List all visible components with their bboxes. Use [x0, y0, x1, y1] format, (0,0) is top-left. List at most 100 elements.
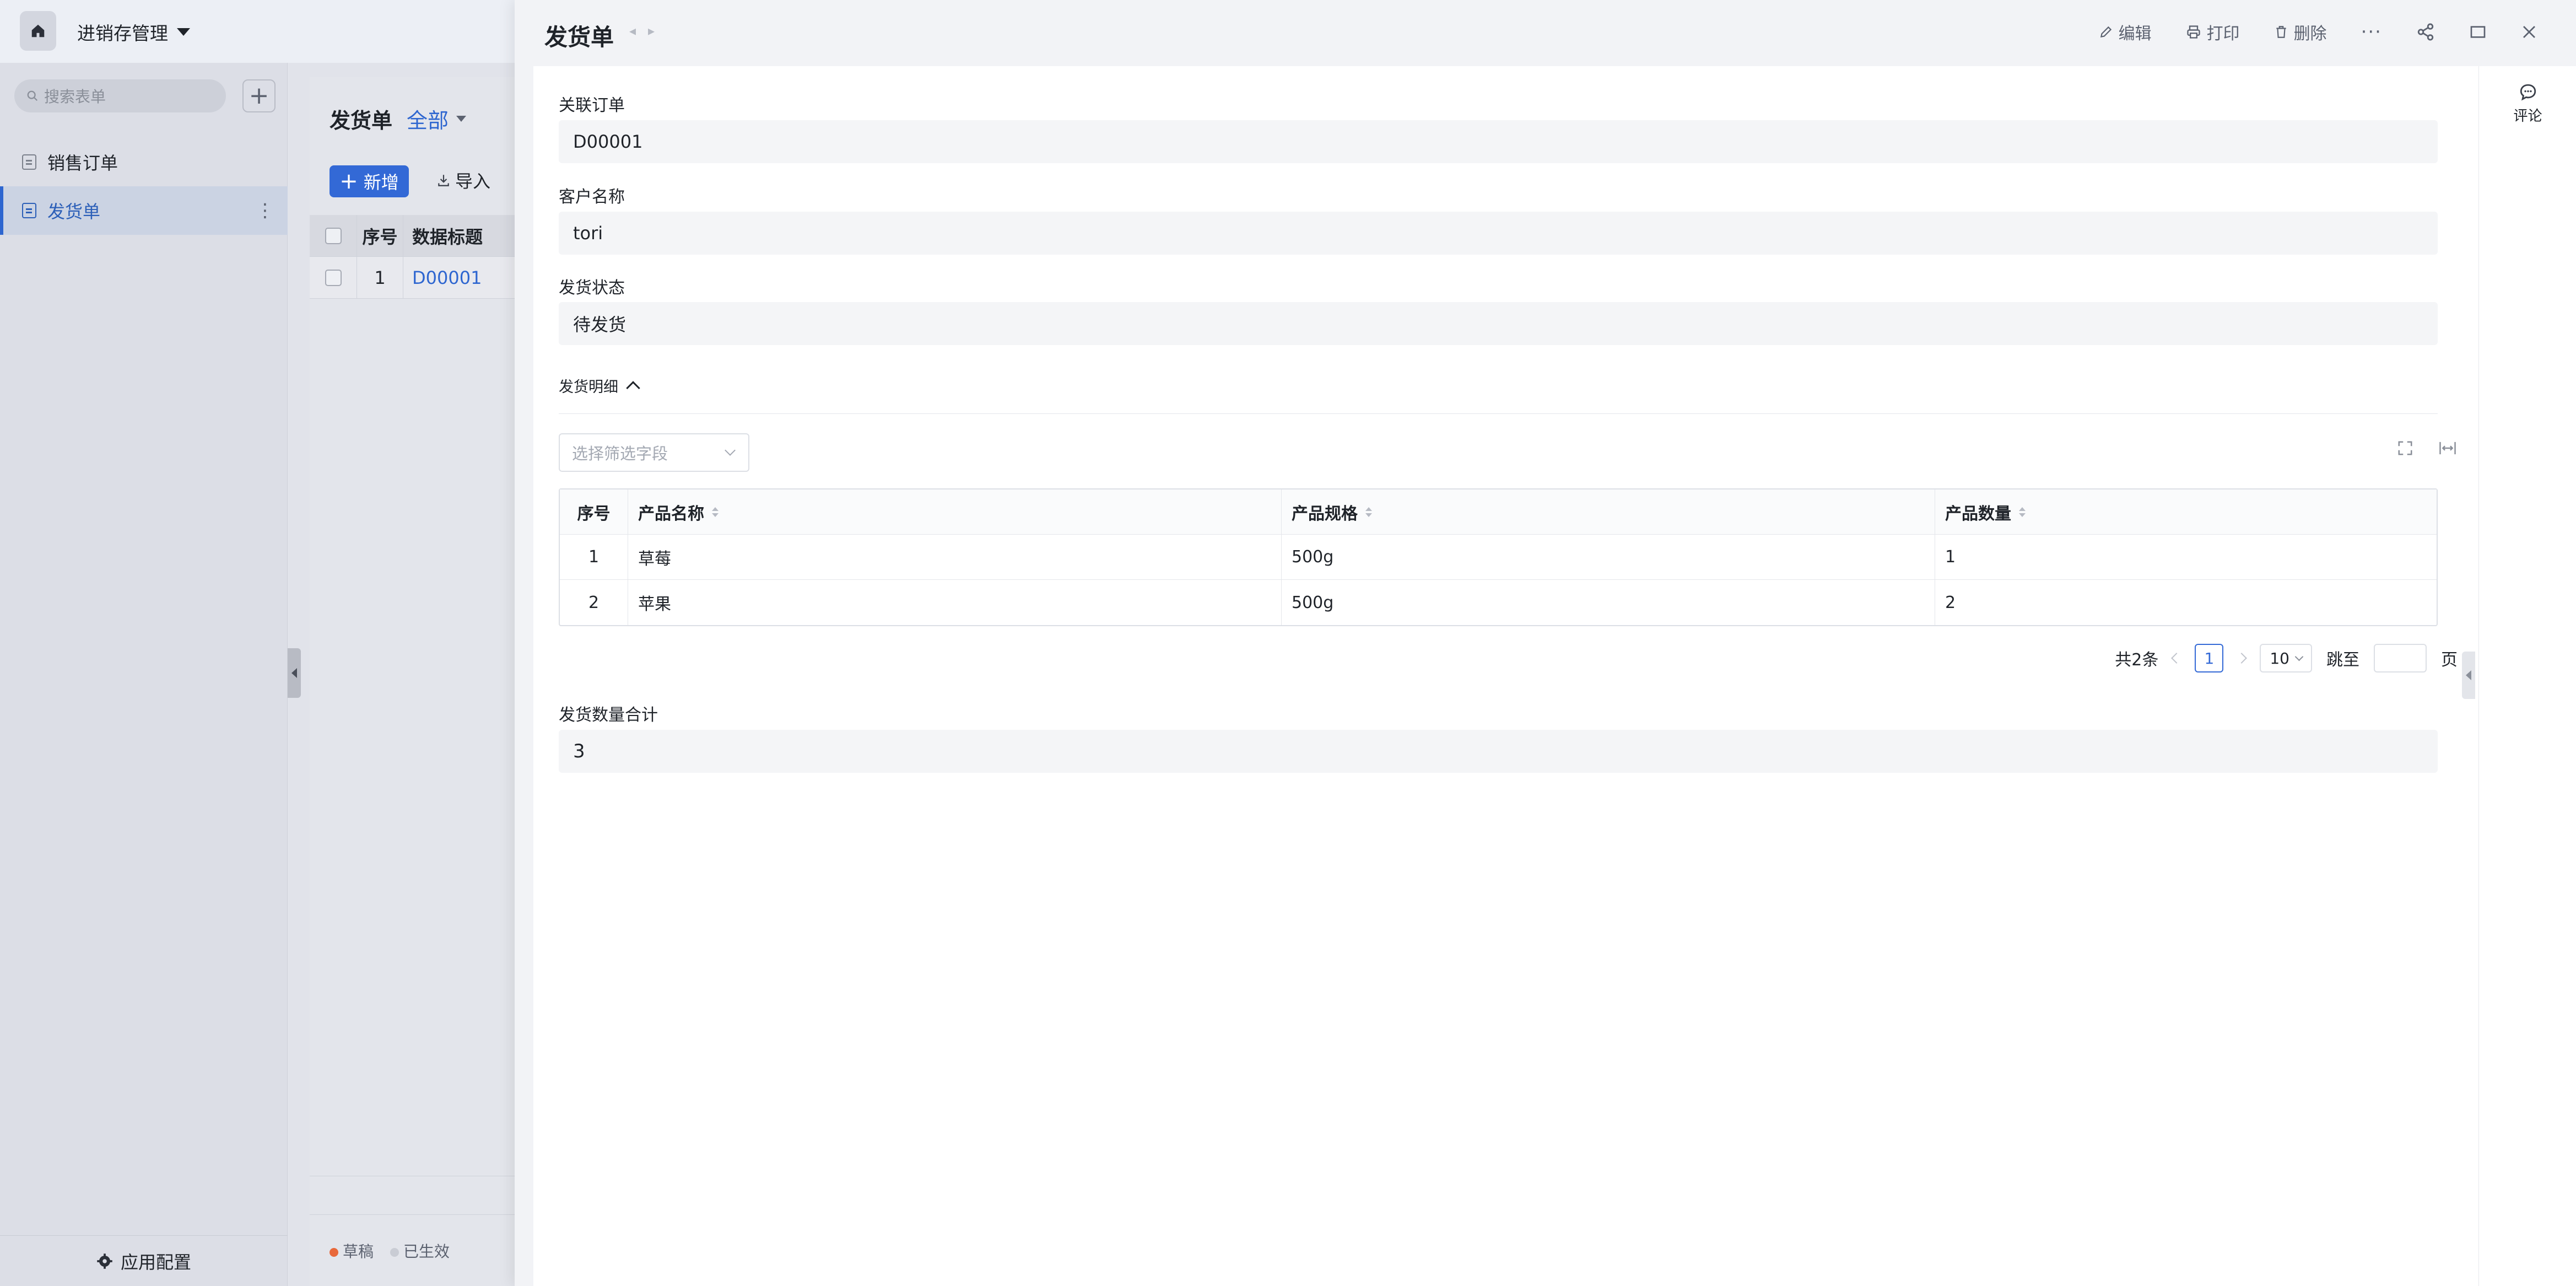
jump-label: 跳至 — [2326, 650, 2359, 670]
row-index: 1 — [560, 535, 628, 579]
active-dot-icon — [390, 1247, 399, 1257]
chevron-down-icon — [2294, 652, 2304, 661]
column-header: 序号 — [357, 215, 403, 256]
table-row[interactable]: 1 草莓 500g 1 — [560, 535, 2437, 580]
form-icon — [22, 203, 36, 218]
search-icon — [27, 90, 38, 101]
record-navigation: ◂ ▸ — [629, 23, 655, 39]
drawer-actions: 编辑 打印 删除 ··· — [2099, 20, 2537, 44]
maximize-icon[interactable] — [2469, 23, 2487, 41]
order-field-label: 关联订单 — [559, 96, 625, 115]
sort-icon[interactable] — [712, 507, 719, 517]
view-name: 全部 — [407, 109, 449, 133]
status-active: 已生效 — [390, 1240, 450, 1262]
add-form-button[interactable]: + — [242, 79, 276, 112]
total-qty-label: 发货数量合计 — [559, 706, 658, 725]
caret-down-icon — [177, 28, 190, 36]
customer-field-label: 客户名称 — [559, 187, 625, 207]
column-header-product-qty[interactable]: 产品数量 — [1935, 489, 2437, 534]
pagination: 共2条 1 10 跳至 页 — [2115, 644, 2458, 672]
plus-icon: + — [249, 82, 269, 110]
product-qty-cell: 2 — [1945, 593, 1956, 612]
column-header-product-name[interactable]: 产品名称 — [628, 489, 1282, 534]
plus-icon: + — [339, 169, 358, 194]
column-header-label: 产品规格 — [1292, 504, 1358, 524]
share-icon[interactable] — [2416, 23, 2435, 41]
product-name-cell: 草莓 — [628, 535, 1282, 579]
app-switcher[interactable]: 进销存管理 — [77, 19, 190, 45]
prev-page-icon[interactable] — [2171, 653, 2183, 664]
print-button[interactable]: 打印 — [2186, 20, 2240, 44]
product-spec-cell: 500g — [1282, 580, 1935, 625]
chevron-down-icon — [725, 445, 736, 456]
jump-page-input[interactable] — [2374, 644, 2427, 672]
view-selector[interactable]: 全部 — [407, 104, 467, 134]
column-header-product-spec[interactable]: 产品规格 — [1282, 489, 1935, 534]
app-settings-button[interactable]: 应用配置 — [0, 1235, 288, 1286]
filter-field-select[interactable]: 选择筛选字段 — [559, 433, 749, 472]
status-draft-label: 草稿 — [343, 1242, 374, 1261]
column-header: 序号 — [560, 489, 628, 534]
draft-dot-icon — [330, 1247, 338, 1257]
column-width-icon[interactable] — [2439, 440, 2456, 456]
caret-down-icon — [456, 116, 467, 122]
next-page-icon[interactable] — [2236, 653, 2248, 664]
table-row[interactable]: 2 苹果 500g 2 — [560, 580, 2437, 625]
sidebar-collapse-handle[interactable] — [288, 648, 301, 698]
chevron-up-icon — [626, 380, 640, 395]
column-header-label: 产品数量 — [1945, 504, 2011, 524]
edit-button[interactable]: 编辑 — [2099, 20, 2152, 44]
customer-field-value: tori — [559, 212, 2438, 255]
select-all-checkbox[interactable] — [325, 227, 342, 244]
new-record-button[interactable]: + 新增 — [330, 165, 409, 197]
detail-drawer: 发货单 ◂ ▸ 编辑 打印 删除 ··· 关联订单 D00001 客户名称 to… — [515, 0, 2576, 1286]
comment-button[interactable]: 评论 — [2479, 83, 2576, 125]
filter-placeholder: 选择筛选字段 — [572, 444, 668, 463]
current-page-button[interactable]: 1 — [2195, 644, 2224, 672]
comment-label: 评论 — [2513, 108, 2542, 125]
sidebar-item-delivery-note[interactable]: 发货单 ⋮ — [0, 186, 288, 235]
pagination-total: 共2条 — [2115, 650, 2159, 670]
status-field-value: 待发货 — [559, 302, 2438, 345]
previous-record-icon[interactable]: ◂ — [629, 23, 636, 39]
collapse-left-icon — [2466, 670, 2471, 680]
select-all-cell[interactable] — [310, 215, 357, 256]
status-field-label: 发货状态 — [559, 278, 625, 298]
fullscreen-icon[interactable] — [2397, 440, 2413, 456]
product-qty-cell: 1 — [1945, 547, 1956, 567]
more-horizontal-icon[interactable]: ··· — [2361, 21, 2382, 43]
detail-section-toggle[interactable]: 发货明细 — [559, 375, 640, 396]
edit-label: 编辑 — [2118, 24, 2152, 44]
table-tools — [2397, 440, 2456, 456]
sidebar: 搜索表单 + 销售订单 发货单 ⋮ 应用配置 — [0, 63, 288, 1286]
sort-icon[interactable] — [1365, 507, 1372, 517]
form-card: 关联订单 D00001 客户名称 tori 发货状态 待发货 发货明细 选择筛选… — [533, 66, 2489, 1286]
product-name-cell: 苹果 — [628, 580, 1282, 625]
delete-button[interactable]: 删除 — [2274, 20, 2327, 44]
gear-icon — [97, 1253, 112, 1269]
new-record-label: 新增 — [363, 172, 399, 193]
sort-icon[interactable] — [2019, 507, 2026, 517]
pencil-icon — [2100, 26, 2111, 38]
sidebar-item-sales-order[interactable]: 销售订单 — [0, 138, 288, 186]
form-search-input[interactable]: 搜索表单 — [14, 79, 226, 112]
row-select-cell[interactable] — [310, 257, 357, 298]
close-icon[interactable] — [2521, 24, 2537, 40]
next-record-icon[interactable]: ▸ — [648, 23, 655, 39]
detail-section-title: 发货明细 — [559, 379, 618, 396]
import-button[interactable]: 导入 — [436, 168, 490, 193]
page-size-select[interactable]: 10 — [2260, 644, 2312, 672]
delete-label: 删除 — [2293, 24, 2327, 44]
list-title: 发货单 — [330, 109, 393, 133]
row-index: 1 — [357, 257, 403, 298]
home-button[interactable] — [20, 11, 56, 51]
app-settings-label: 应用配置 — [120, 1251, 191, 1273]
status-active-label: 已生效 — [403, 1242, 450, 1261]
home-icon — [31, 24, 45, 37]
right-rail-collapse-handle[interactable] — [2462, 652, 2475, 699]
column-header-label: 产品名称 — [638, 504, 704, 524]
row-checkbox[interactable] — [325, 269, 342, 286]
page-size-value: 10 — [2270, 649, 2289, 668]
print-label: 打印 — [2206, 24, 2240, 44]
more-vertical-icon[interactable]: ⋮ — [256, 200, 274, 222]
